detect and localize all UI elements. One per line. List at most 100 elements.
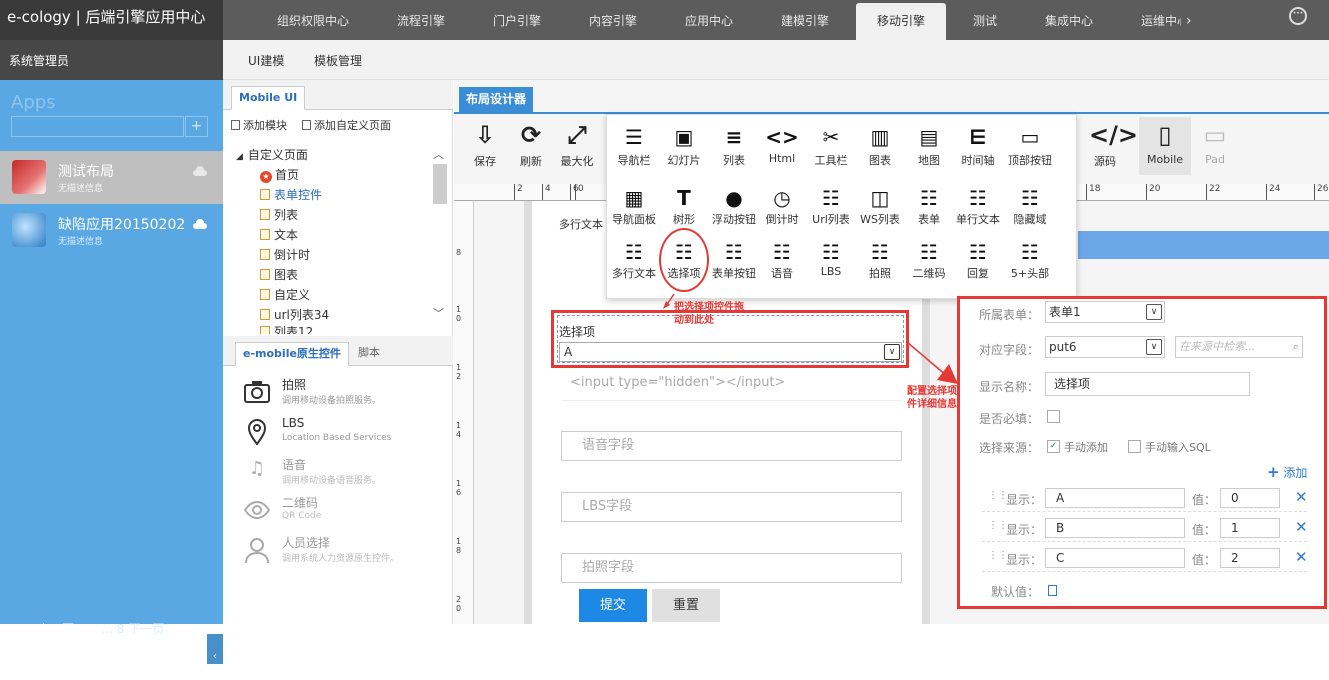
page-link[interactable]: 1 xyxy=(78,622,86,636)
submit-button[interactable]: 提交 xyxy=(579,589,647,622)
palette-item-nav-panel[interactable]: ▦ 导航面板 xyxy=(606,185,662,227)
palette-item-top-button[interactable]: ▭ 顶部按钮 xyxy=(1002,122,1058,168)
field-search-input[interactable]: 在来源中检索... ⌕ xyxy=(1175,336,1303,358)
photo-field[interactable]: 拍照字段 xyxy=(561,553,902,583)
scroll-thumb[interactable] xyxy=(433,164,447,204)
nav-tab-app-center[interactable]: 应用中心 xyxy=(685,0,733,40)
app-item[interactable]: 缺陷应用20150202 无描述信息 xyxy=(0,204,223,257)
tab-mobile-ui[interactable]: Mobile UI xyxy=(231,86,306,110)
tree-root[interactable]: ◢ 自定义页面 xyxy=(236,146,308,163)
field-select[interactable]: put6 ∨ xyxy=(1045,336,1165,358)
nav-tab-org[interactable]: 组织权限中心 xyxy=(277,0,349,40)
app-item[interactable]: 测试布局 无描述信息 xyxy=(0,151,223,204)
caret-down-icon[interactable]: ◢ xyxy=(236,152,243,162)
nav-tab-test[interactable]: 测试 xyxy=(973,0,997,40)
palette-item-plus-header[interactable]: ☷ 5+头部 xyxy=(1002,239,1058,281)
cloud-upload-icon[interactable] xyxy=(192,219,208,229)
form-select[interactable]: 表单1 ∨ xyxy=(1045,301,1165,323)
palette-item-qrcode[interactable]: ☷ 二维码 xyxy=(901,239,957,281)
maximize-button[interactable]: ⤢ 最大化 xyxy=(559,120,595,169)
palette-item-reply[interactable]: ☷ 回复 xyxy=(950,239,1006,281)
more-icon[interactable]: ··· xyxy=(1289,7,1307,25)
palette-item-hidden-field[interactable]: ☷ 隐藏域 xyxy=(1002,185,1058,227)
tab-layout-designer[interactable]: 布局设计器 xyxy=(459,87,534,113)
palette-item-tree[interactable]: T 树形 xyxy=(656,185,712,227)
scroll-down-icon[interactable]: ﹀ xyxy=(433,308,447,319)
cloud-upload-icon[interactable] xyxy=(192,166,208,176)
palette-item-lbs[interactable]: ☷ LBS xyxy=(803,239,859,278)
palette-item-text-input[interactable]: ☷ 单行文本 xyxy=(950,185,1006,227)
option-display-input[interactable]: B xyxy=(1045,518,1185,538)
palette-item-chart[interactable]: ▥ 图表 xyxy=(852,122,908,168)
tab-script[interactable]: 脚本 xyxy=(351,342,387,366)
palette-item-timeline[interactable]: ⋿ 时间轴 xyxy=(950,122,1006,168)
nav-tab-workflow[interactable]: 流程引擎 xyxy=(397,0,445,40)
tree-item[interactable]: 列表 xyxy=(260,206,298,223)
tree-scrollbar[interactable]: ︿ ﹀ xyxy=(433,149,447,330)
palette-item-html[interactable]: <> Html xyxy=(754,122,810,165)
tab-template-mgmt[interactable]: 模板管理 xyxy=(314,52,362,69)
drag-handle-icon[interactable]: ⋮⋮ xyxy=(988,550,1008,561)
option-value-input[interactable]: 0 xyxy=(1220,488,1280,508)
component-qrcode[interactable]: 二维码 QR Code xyxy=(243,494,443,534)
tree-item[interactable]: 文本 xyxy=(260,226,298,243)
nav-tab-content[interactable]: 内容引擎 xyxy=(589,0,637,40)
nav-tab-mobile[interactable]: 移动引擎 xyxy=(856,3,946,40)
mobile-view-button[interactable]: ▯ Mobile xyxy=(1139,117,1191,175)
add-app-button[interactable]: + xyxy=(185,116,208,137)
chevron-down-icon[interactable]: ∨ xyxy=(1146,339,1162,355)
nav-tab-portal[interactable]: 门户引擎 xyxy=(493,0,541,40)
tree-item[interactable]: 自定义 xyxy=(260,286,310,303)
select-dropdown[interactable]: A ∨ xyxy=(559,342,902,362)
chevron-down-icon[interactable]: ∨ xyxy=(1146,304,1162,320)
required-checkbox[interactable] xyxy=(1047,410,1060,423)
component-lbs[interactable]: LBS Location Based Services xyxy=(243,416,443,456)
pad-view-button[interactable]: ▭ Pad xyxy=(1200,120,1230,166)
page-link[interactable]: 2 xyxy=(90,622,98,636)
close-icon[interactable]: ✕ xyxy=(1295,518,1308,536)
tree-item[interactable]: 倒计时 xyxy=(260,246,310,263)
tree-item[interactable]: url列表34 xyxy=(260,306,329,323)
manual-sql-checkbox[interactable] xyxy=(1128,440,1141,453)
palette-item-form[interactable]: ☷ 表单 xyxy=(901,185,957,227)
palette-item-toolbar[interactable]: ✂ 工具栏 xyxy=(803,122,859,168)
manual-add-checkbox[interactable]: ✓ xyxy=(1047,440,1060,453)
reset-button[interactable]: 重置 xyxy=(652,589,720,622)
nav-tab-integration[interactable]: 集成中心 xyxy=(1045,0,1093,40)
palette-item-photo[interactable]: ☷ 拍照 xyxy=(852,239,908,281)
component-person-select[interactable]: 人员选择 调用系统人力资源原生控件。 xyxy=(243,534,443,574)
palette-item-slideshow[interactable]: ▣ 幻灯片 xyxy=(656,122,712,168)
tab-ui-modeling[interactable]: UI建模 xyxy=(248,52,284,69)
drag-handle-icon[interactable]: ⋮⋮ xyxy=(988,520,1008,531)
app-search-input[interactable] xyxy=(11,116,184,137)
palette-item-textarea[interactable]: ☷ 多行文本 xyxy=(606,239,662,281)
refresh-button[interactable]: ⟳ 刷新 xyxy=(516,120,546,169)
tab-native-controls[interactable]: e-mobile原生控件 xyxy=(235,342,349,366)
tree-item[interactable]: 图表 xyxy=(260,266,298,283)
nav-tab-modeling[interactable]: 建模引擎 xyxy=(781,0,829,40)
palette-item-url-list[interactable]: ☷ Url列表 xyxy=(803,185,859,227)
palette-item-ws-list[interactable]: ◫ WS列表 xyxy=(852,185,908,227)
save-button[interactable]: ⇩ 保存 xyxy=(470,120,500,169)
lbs-field[interactable]: LBS字段 xyxy=(561,492,902,522)
option-display-input[interactable]: C xyxy=(1045,548,1185,568)
palette-item-map[interactable]: ▤ 地图 xyxy=(901,122,957,168)
nav-tab-ops[interactable]: 运维中心 xyxy=(1141,0,1181,40)
next-page-link[interactable]: 下一页 xyxy=(128,622,164,636)
display-name-input[interactable]: 选择项 xyxy=(1045,372,1250,396)
scroll-up-icon[interactable]: ︿ xyxy=(433,149,447,160)
option-value-input[interactable]: 1 xyxy=(1220,518,1280,538)
source-code-button[interactable]: </> 源码 xyxy=(1089,120,1138,169)
drag-handle-icon[interactable]: ⋮⋮ xyxy=(988,490,1008,501)
tree-item[interactable]: 列表12 xyxy=(260,326,313,334)
tree-item-home[interactable]: ★ 首页 xyxy=(260,166,299,183)
add-option-button[interactable]: + 添加 xyxy=(1267,463,1307,481)
close-icon[interactable]: ✕ xyxy=(1295,488,1308,506)
chevron-right-icon[interactable]: › xyxy=(1186,0,1192,40)
voice-field[interactable]: 语音字段 xyxy=(561,431,902,461)
search-icon[interactable]: ⌕ xyxy=(1292,337,1298,357)
file-icon[interactable] xyxy=(1048,585,1057,596)
chevron-down-icon[interactable]: ∨ xyxy=(884,344,900,360)
tree-item-form-controls[interactable]: 表单控件 xyxy=(260,186,322,203)
close-icon[interactable]: ✕ xyxy=(1295,548,1308,566)
